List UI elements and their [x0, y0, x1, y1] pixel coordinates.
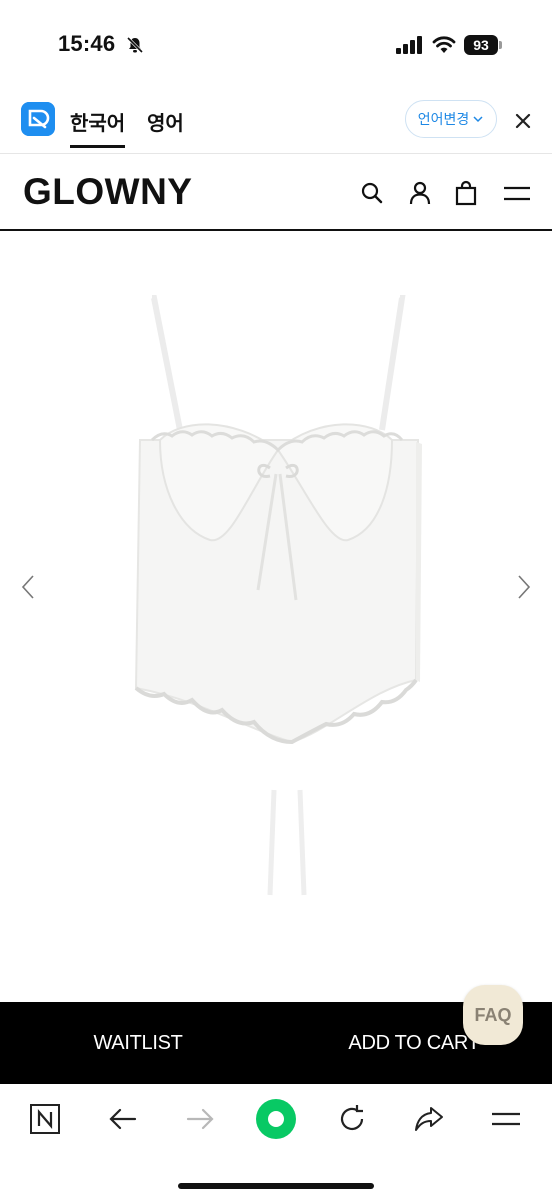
site-header: GLOWNY — [0, 154, 552, 231]
back-arrow-icon[interactable] — [106, 1102, 140, 1136]
translate-bar: 한국어 영어 언어변경 — [0, 88, 552, 154]
status-time: 15:46 — [58, 31, 116, 56]
search-icon[interactable] — [359, 180, 385, 206]
home-indicator — [178, 1183, 374, 1189]
tab-korean[interactable]: 한국어 — [70, 107, 126, 148]
signal-icon — [396, 36, 422, 54]
translate-logo-icon — [21, 102, 55, 136]
naver-n-icon[interactable] — [28, 1102, 62, 1136]
more-menu-icon[interactable] — [489, 1102, 523, 1136]
chevron-left-icon[interactable] — [18, 574, 38, 600]
reload-icon[interactable] — [335, 1102, 369, 1136]
menu-icon[interactable] — [503, 180, 531, 206]
browser-toolbar — [0, 1084, 552, 1200]
change-language-label: 언어변경 — [417, 111, 470, 127]
white-lace-bustier-top-image — [134, 295, 422, 896]
battery-tip — [499, 41, 502, 49]
waitlist-button[interactable]: WAITLIST — [0, 1002, 276, 1084]
share-icon[interactable] — [412, 1102, 446, 1136]
status-bar: 15:46 93 — [0, 0, 552, 88]
bell-muted-icon — [126, 36, 144, 54]
home-green-icon[interactable] — [256, 1099, 296, 1139]
change-language-button[interactable]: 언어변경 — [405, 100, 497, 138]
chevron-down-icon — [473, 116, 483, 123]
brand-logo[interactable]: GLOWNY — [23, 171, 192, 213]
wifi-icon — [432, 36, 456, 53]
close-icon[interactable] — [513, 111, 533, 131]
user-icon[interactable] — [407, 180, 433, 206]
battery-level: 93 — [464, 35, 498, 55]
faq-button[interactable]: FAQ — [463, 985, 523, 1045]
battery-icon: 93 — [464, 35, 502, 55]
chevron-right-icon[interactable] — [514, 574, 534, 600]
tab-english[interactable]: 영어 — [147, 107, 184, 136]
forward-arrow-icon[interactable] — [183, 1102, 217, 1136]
bag-icon[interactable] — [453, 180, 479, 206]
product-gallery — [0, 232, 552, 1002]
